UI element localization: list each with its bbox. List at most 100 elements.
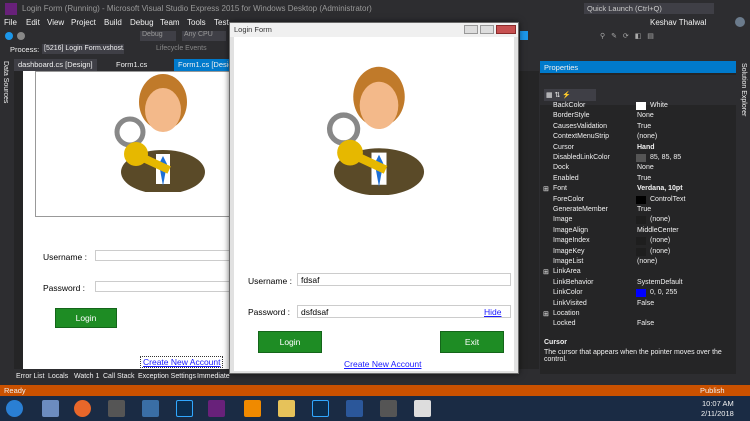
- exit-button[interactable]: Exit: [440, 331, 504, 353]
- app-icon[interactable]: [142, 400, 159, 417]
- property-row[interactable]: Dock None: [540, 163, 736, 173]
- visual-studio-icon[interactable]: [208, 400, 225, 417]
- property-row[interactable]: CausesValidation True: [540, 122, 736, 132]
- photoshop-icon[interactable]: [176, 400, 193, 417]
- username-input[interactable]: fdsaf: [297, 273, 511, 286]
- property-row[interactable]: ImageIndex (none): [540, 236, 736, 246]
- property-row[interactable]: ⊞ LinkArea: [540, 267, 736, 277]
- menu-project[interactable]: Project: [71, 18, 96, 27]
- clock-time[interactable]: 10:07 AM: [702, 399, 734, 408]
- minimize-button[interactable]: [464, 25, 478, 34]
- app-icon[interactable]: [380, 400, 397, 417]
- property-value[interactable]: None: [637, 164, 654, 171]
- menu-debug[interactable]: Debug: [130, 18, 154, 27]
- property-row[interactable]: GenerateMember True: [540, 205, 736, 215]
- tab-exception-settings[interactable]: Exception Settings: [138, 373, 196, 380]
- designer-username-input[interactable]: [95, 250, 235, 261]
- start-icon[interactable]: [6, 400, 23, 417]
- property-row[interactable]: ImageKey (none): [540, 247, 736, 257]
- property-row[interactable]: ContextMenuStrip (none): [540, 132, 736, 142]
- process-select[interactable]: [5216] Login Form.vshost.exe: [42, 44, 124, 54]
- back-icon[interactable]: [5, 32, 13, 40]
- firefox-icon[interactable]: [74, 400, 91, 417]
- expand-icon[interactable]: ⊞: [543, 268, 549, 276]
- categorized-icon[interactable]: ▦ ⇅ ⚡: [544, 89, 596, 101]
- picture-box[interactable]: [35, 71, 235, 217]
- property-value[interactable]: 0, 0, 255: [650, 289, 677, 296]
- property-value[interactable]: (none): [637, 258, 657, 265]
- app-icon[interactable]: [414, 400, 431, 417]
- property-row[interactable]: ImageAlign MiddleCenter: [540, 226, 736, 236]
- create-account-link[interactable]: Create New Account: [344, 359, 421, 369]
- designer-password-input[interactable]: [95, 281, 235, 292]
- property-row[interactable]: ⊞ Font Verdana, 10pt: [540, 184, 736, 194]
- menu-team[interactable]: Team: [160, 18, 180, 27]
- clock-date[interactable]: 2/11/2018: [701, 409, 734, 418]
- property-value[interactable]: Hand: [637, 144, 655, 151]
- platform-select[interactable]: Any CPU: [182, 31, 226, 41]
- app-icon[interactable]: [346, 400, 363, 417]
- tab-error-list[interactable]: Error List: [16, 373, 44, 380]
- menu-build[interactable]: Build: [104, 18, 122, 27]
- property-row[interactable]: ForeColor ControlText: [540, 195, 736, 205]
- property-row[interactable]: LinkVisited False: [540, 299, 736, 309]
- property-value[interactable]: False: [637, 300, 654, 307]
- hide-password-link[interactable]: Hide: [484, 307, 501, 317]
- tab-locals[interactable]: Locals: [48, 373, 68, 380]
- designer-login-button[interactable]: Login: [55, 308, 117, 328]
- photoshop-icon[interactable]: [312, 400, 329, 417]
- expand-icon[interactable]: ⊞: [543, 185, 549, 193]
- app-icon[interactable]: [108, 400, 125, 417]
- toolbar-icons[interactable]: ⚲ ✎ ⟳ ◧ ▤: [600, 32, 656, 40]
- property-row[interactable]: LinkColor 0, 0, 255: [540, 288, 736, 298]
- menu-file[interactable]: File: [4, 18, 17, 27]
- tab-watch1[interactable]: Watch 1: [74, 373, 99, 380]
- property-value[interactable]: White: [650, 102, 668, 109]
- menu-test[interactable]: Test: [214, 18, 229, 27]
- login-button[interactable]: Login: [258, 331, 322, 353]
- avatar[interactable]: [735, 17, 745, 27]
- menu-view[interactable]: View: [47, 18, 64, 27]
- menu-edit[interactable]: Edit: [26, 18, 40, 27]
- property-value[interactable]: False: [637, 320, 654, 327]
- property-value[interactable]: (none): [650, 248, 670, 255]
- property-row[interactable]: ⊞ Location: [540, 309, 736, 319]
- menu-tools[interactable]: Tools: [187, 18, 206, 27]
- property-row[interactable]: Image (none): [540, 215, 736, 225]
- close-button[interactable]: [496, 25, 516, 34]
- tab-form1-cs[interactable]: Form1.cs: [112, 59, 151, 71]
- publish-button[interactable]: Publish: [700, 386, 725, 395]
- property-row[interactable]: Enabled True: [540, 174, 736, 184]
- property-value[interactable]: 85, 85, 85: [650, 154, 681, 161]
- solution-explorer-tab[interactable]: Solution Explorer: [740, 63, 747, 116]
- lifecycle-events[interactable]: Lifecycle Events: [156, 45, 207, 52]
- property-value[interactable]: MiddleCenter: [637, 227, 679, 234]
- quick-launch-input[interactable]: Quick Launch (Ctrl+Q): [584, 3, 714, 14]
- property-value[interactable]: (none): [650, 216, 670, 223]
- data-sources-tab[interactable]: Data Sources: [2, 61, 9, 103]
- property-value[interactable]: SystemDefault: [637, 279, 683, 286]
- property-row[interactable]: BackColor White: [540, 101, 736, 111]
- property-value[interactable]: True: [637, 206, 651, 213]
- property-value[interactable]: ControlText: [650, 196, 685, 203]
- property-row[interactable]: LinkBehavior SystemDefault: [540, 278, 736, 288]
- maximize-button[interactable]: [480, 25, 494, 34]
- tab-call-stack[interactable]: Call Stack: [103, 373, 135, 380]
- designer-form[interactable]: Username : Password : Login Create New A…: [23, 71, 235, 369]
- property-row[interactable]: BorderStyle None: [540, 111, 736, 121]
- property-row[interactable]: ImageList (none): [540, 257, 736, 267]
- tab-dashboard-design[interactable]: dashboard.cs [Design]: [14, 59, 97, 71]
- config-select[interactable]: Debug: [140, 31, 176, 41]
- designer-create-account-link[interactable]: Create New Account: [140, 356, 224, 368]
- property-row[interactable]: Cursor Hand: [540, 143, 736, 153]
- property-value[interactable]: (none): [650, 237, 670, 244]
- folder-icon[interactable]: [278, 400, 295, 417]
- property-value[interactable]: True: [637, 175, 651, 182]
- tab-immediate[interactable]: Immediate: [197, 373, 230, 380]
- property-value[interactable]: None: [637, 112, 654, 119]
- property-value[interactable]: Verdana, 10pt: [637, 185, 683, 192]
- app-icon[interactable]: [42, 400, 59, 417]
- password-input[interactable]: dsfdsaf: [297, 305, 511, 318]
- property-row[interactable]: Locked False: [540, 319, 736, 329]
- expand-icon[interactable]: ⊞: [543, 310, 549, 318]
